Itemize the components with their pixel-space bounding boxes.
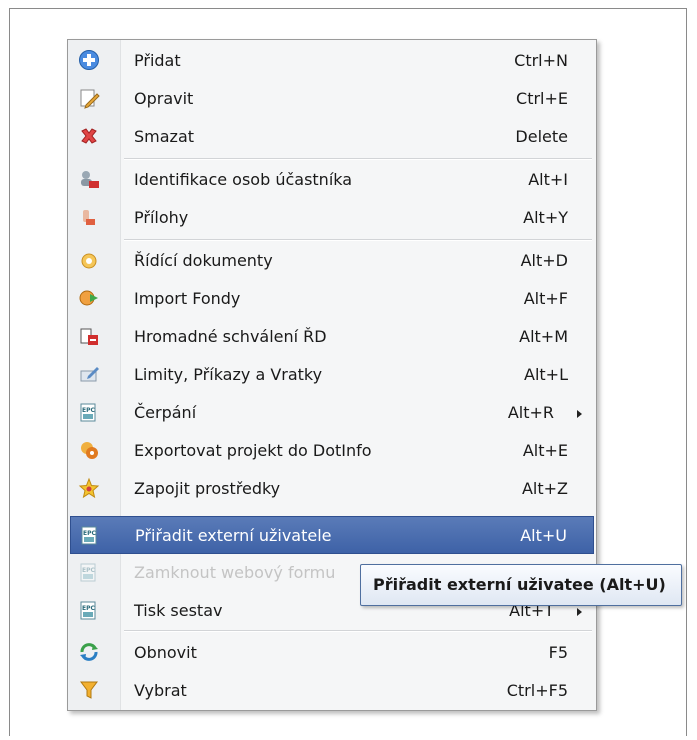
star-icon xyxy=(78,477,100,499)
menu-item-refresh[interactable]: Obnovit F5 xyxy=(70,634,594,672)
tooltip-text: Přiřadit externí uživatee (Alt+U) xyxy=(373,575,666,594)
menu-item-import-funds[interactable]: Import Fondy Alt+F xyxy=(70,280,594,318)
menu-item-shortcut: Alt+F xyxy=(523,289,568,308)
menu-item-label: Identifikace osob účastníka xyxy=(134,170,353,189)
import-icon xyxy=(79,290,98,306)
menu-item-shortcut: Ctrl+F5 xyxy=(506,681,568,700)
menu-item-limits[interactable]: Limity, Příkazy a Vratky Alt+L xyxy=(70,356,594,394)
menu-item-label: Čerpání xyxy=(134,403,197,422)
context-menu: Přidat Ctrl+N Opravit Ctrl+E Smazat Dele… xyxy=(67,39,597,711)
menu-item-add[interactable]: Přidat Ctrl+N xyxy=(70,42,594,80)
menu-item-shortcut: Alt+I xyxy=(528,170,568,189)
documents-icon xyxy=(81,253,97,269)
menu-item-label: Exportovat projekt do DotInfo xyxy=(134,441,372,460)
menu-item-shortcut: Alt+D xyxy=(520,251,568,270)
menu-item-shortcut: Alt+U xyxy=(520,526,567,545)
svg-text:EPC: EPC xyxy=(82,567,95,574)
print-reports-icon: EPC xyxy=(80,601,96,620)
menu-item-shortcut: Alt+R xyxy=(507,403,554,422)
menu-item-drawing[interactable]: EPC Čerpání Alt+R xyxy=(70,394,594,432)
tooltip: Přiřadit externí uživatee (Alt+U) xyxy=(360,564,682,606)
filter-icon xyxy=(80,681,98,699)
delete-icon xyxy=(81,128,97,144)
menu-item-label: Obnovit xyxy=(134,643,197,662)
drawing-icon: EPC xyxy=(80,403,96,422)
menu-item-attachments[interactable]: Přílohy Alt+Y xyxy=(70,199,594,237)
menu-item-shortcut: Ctrl+N xyxy=(514,51,568,70)
menu-separator xyxy=(124,239,592,241)
menu-item-shortcut: Alt+M xyxy=(519,327,568,346)
menu-separator xyxy=(124,630,592,632)
bulk-approve-icon xyxy=(80,328,98,345)
svg-text:EPC: EPC xyxy=(82,605,95,612)
submenu-arrow-icon xyxy=(577,410,582,418)
menu-item-label: Import Fondy xyxy=(134,289,241,308)
lock-form-icon: EPC xyxy=(80,563,96,582)
menu-item-label: Přílohy xyxy=(134,208,189,227)
attachments-icon xyxy=(83,210,95,225)
export-icon xyxy=(81,442,98,459)
menu-item-engage-funds[interactable]: Zapojit prostředky Alt+Z xyxy=(70,470,594,508)
menu-item-edit[interactable]: Opravit Ctrl+E xyxy=(70,80,594,118)
menu-item-identify-persons[interactable]: Identifikace osob účastníka Alt+I xyxy=(70,161,594,199)
add-icon xyxy=(79,50,99,70)
menu-item-select[interactable]: Vybrat Ctrl+F5 xyxy=(70,672,594,710)
assign-users-icon: EPC xyxy=(81,526,97,545)
menu-item-assign-external-users[interactable]: EPC Přiřadit externí uživatele Alt+U xyxy=(70,516,594,554)
menu-item-shortcut: Delete xyxy=(515,127,568,146)
menu-item-label: Opravit xyxy=(134,89,194,108)
menu-separator xyxy=(124,158,592,160)
menu-item-bulk-approve[interactable]: Hromadné schválení ŘD Alt+M xyxy=(70,318,594,356)
menu-item-shortcut: Alt+Z xyxy=(521,479,568,498)
limits-icon xyxy=(80,367,99,382)
menu-item-delete[interactable]: Smazat Delete xyxy=(70,118,594,156)
menu-item-governing-documents[interactable]: Řídící dokumenty Alt+D xyxy=(70,242,594,280)
menu-item-label: Přidat xyxy=(134,51,181,70)
menu-item-label: Vybrat xyxy=(134,681,187,700)
refresh-icon xyxy=(80,643,98,661)
persons-pdf-icon xyxy=(81,171,99,188)
menu-item-label: Limity, Příkazy a Vratky xyxy=(134,365,323,384)
menu-item-shortcut: F5 xyxy=(548,643,568,662)
menu-item-shortcut: Alt+Y xyxy=(523,208,568,227)
menu-item-label: Zamknout webový formu xyxy=(134,563,336,582)
menu-item-shortcut: Alt+E xyxy=(522,441,568,460)
menu-item-label: Zapojit prostředky xyxy=(134,479,281,498)
menu-item-label: Hromadné schválení ŘD xyxy=(134,327,327,346)
menu-item-shortcut: Alt+L xyxy=(524,365,568,384)
svg-text:EPC: EPC xyxy=(82,407,95,414)
edit-icon xyxy=(80,89,100,109)
svg-text:EPC: EPC xyxy=(83,530,96,537)
menu-item-shortcut: Ctrl+E xyxy=(516,89,568,108)
menu-item-label: Řídící dokumenty xyxy=(134,251,273,270)
submenu-arrow-icon xyxy=(577,608,582,616)
menu-item-label: Tisk sestav xyxy=(134,601,223,620)
menu-item-export-dotinfo[interactable]: Exportovat projekt do DotInfo Alt+E xyxy=(70,432,594,470)
menu-item-label: Přiřadit externí uživatele xyxy=(135,526,332,545)
menu-item-label: Smazat xyxy=(134,127,195,146)
